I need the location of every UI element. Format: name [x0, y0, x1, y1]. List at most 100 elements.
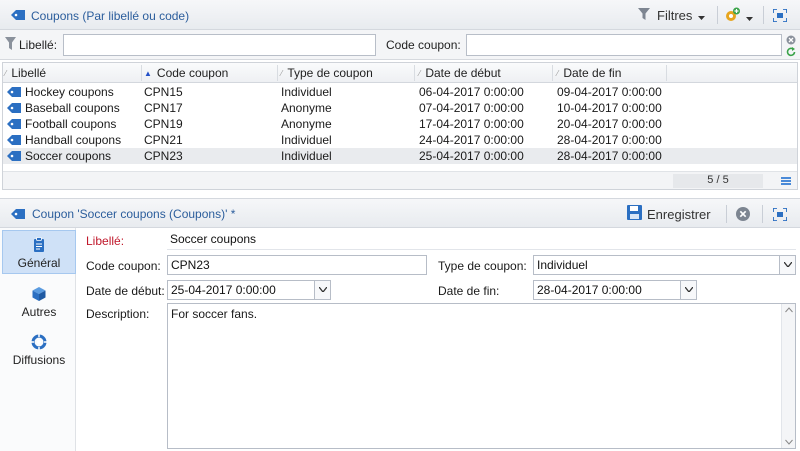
nav-general[interactable]: Général [2, 230, 76, 274]
gear-add-icon [724, 7, 740, 26]
sort-ascending-icon: ▲ [144, 69, 152, 78]
cell-debut: 07-04-2017 0:00:00 [419, 101, 524, 115]
cell-type: Individuel [281, 149, 332, 163]
nav-autres[interactable]: Autres [2, 280, 76, 324]
cell-code: CPN15 [144, 85, 183, 99]
sort-icon: ⁄ [5, 69, 7, 78]
list-title: Coupons (Par libellé ou code) [31, 9, 190, 23]
type-dropdown-button[interactable] [779, 256, 795, 274]
toolbar-separator [726, 205, 727, 223]
column-divider[interactable] [552, 65, 553, 81]
chevron-down-icon [746, 10, 753, 24]
type-select[interactable]: Individuel [533, 255, 796, 275]
column-divider[interactable] [414, 65, 415, 81]
cell-fin: 28-04-2017 0:00:00 [557, 149, 662, 163]
column-divider[interactable] [666, 65, 667, 81]
type-select-value: Individuel [537, 258, 588, 272]
column-header-type[interactable]: ⁄ Type de coupon [281, 66, 373, 80]
description-textarea[interactable]: For soccer fans. [167, 303, 796, 449]
libelle-field[interactable]: Soccer coupons [167, 230, 796, 250]
menu-icon[interactable] [781, 177, 791, 186]
code-filter-label: Code coupon: [386, 38, 461, 52]
code-filter-input[interactable] [466, 34, 782, 56]
description-label: Description: [86, 307, 150, 321]
cell-code: CPN21 [144, 133, 183, 147]
coupons-grid: ⁄ Libellé ▲ Code coupon ⁄ Type de coupon ⁄ D… [2, 62, 798, 190]
libelle-label: Libellé: [86, 234, 125, 248]
close-circle-icon [736, 207, 750, 224]
coupon-tag-icon [6, 118, 22, 133]
libelle-filter-input[interactable] [63, 34, 376, 56]
maximize-button[interactable] [772, 8, 788, 25]
nav-autres-label: Autres [21, 305, 57, 319]
cell-type: Individuel [281, 133, 332, 147]
libelle-filter-label: Libellé: [19, 38, 58, 52]
cell-libelle: Handball coupons [25, 133, 122, 147]
fullscreen-icon [772, 8, 788, 25]
coupon-tag-icon [6, 102, 22, 117]
fullscreen-icon [772, 207, 788, 224]
debut-label: Date de début: [86, 284, 165, 298]
filters-button[interactable]: Filtres [638, 8, 706, 23]
cell-debut: 17-04-2017 0:00:00 [419, 117, 524, 131]
column-divider[interactable] [277, 65, 278, 81]
detail-header-bar: Coupon 'Soccer coupons (Coupons)' * Enre… [0, 198, 800, 228]
cell-libelle: Baseball coupons [25, 101, 120, 115]
debut-date-field[interactable]: 25-04-2017 0:00:00 [167, 280, 331, 300]
cell-fin: 09-04-2017 0:00:00 [557, 85, 662, 99]
coupon-tag-icon [6, 134, 22, 149]
cell-libelle: Hockey coupons [25, 85, 114, 99]
table-row[interactable]: Football coupons CPN19 Anonyme 17-04-2017 0… [3, 116, 797, 132]
maximize-button[interactable] [772, 207, 788, 224]
list-header-bar: Coupons (Par libellé ou code) Filtres [0, 0, 800, 30]
cell-code: CPN19 [144, 117, 183, 131]
cell-code: CPN17 [144, 101, 183, 115]
grid-header: ⁄ Libellé ▲ Code coupon ⁄ Type de coupon ⁄ D… [3, 63, 797, 83]
toolbar-separator [762, 205, 763, 223]
cell-debut: 06-04-2017 0:00:00 [419, 85, 524, 99]
nav-general-label: Général [17, 256, 61, 270]
nav-diffusions-label: Diffusions [12, 353, 66, 367]
column-header-debut[interactable]: ⁄ Date de début [419, 66, 501, 80]
coupon-tag-icon [10, 9, 25, 20]
column-divider[interactable] [141, 65, 142, 81]
cancel-button[interactable] [736, 207, 750, 224]
fin-date-field[interactable]: 28-04-2017 0:00:00 [533, 280, 697, 300]
cell-type: Anonyme [281, 117, 332, 131]
filter-row: Libellé: Code coupon: [0, 30, 800, 60]
settings-button[interactable] [724, 7, 753, 26]
cell-libelle: Football coupons [25, 117, 117, 131]
toolbar-separator [717, 6, 718, 24]
nav-diffusions[interactable]: Diffusions [2, 328, 76, 372]
filters-label: Filtres [657, 8, 693, 23]
chevron-down-icon [698, 9, 706, 23]
column-header-libelle[interactable]: ⁄ Libellé [5, 66, 46, 80]
funnel-icon [5, 37, 16, 53]
table-row[interactable]: Hockey coupons CPN15 Individuel 06-04-2017 … [3, 84, 797, 100]
floppy-disk-icon [627, 205, 642, 223]
clipboard-icon [31, 237, 47, 253]
cell-type: Anonyme [281, 101, 332, 115]
cell-code: CPN23 [144, 149, 183, 163]
code-field[interactable]: CPN23 [167, 255, 427, 275]
column-header-code[interactable]: ▲ Code coupon [144, 66, 228, 80]
table-row[interactable]: Baseball coupons CPN17 Anonyme 07-04-2017 0… [3, 100, 797, 116]
fin-date-dropdown[interactable] [680, 281, 696, 299]
detail-title: Coupon 'Soccer coupons (Coupons)' * [32, 207, 236, 221]
detail-nav: Général Autres Diffusions [0, 228, 76, 451]
column-header-fin[interactable]: ⁄ Date de fin [557, 66, 621, 80]
type-label: Type de coupon: [438, 259, 527, 273]
fin-label: Date de fin: [438, 284, 500, 298]
refresh-icon[interactable] [786, 46, 796, 60]
debut-date-value: 25-04-2017 0:00:00 [171, 283, 276, 297]
description-scrollbar[interactable] [781, 304, 795, 448]
record-count: 5 / 5 [673, 174, 763, 188]
grid-footer: 5 / 5 [3, 171, 797, 189]
table-row[interactable]: Soccer coupons CPN23 Individuel 25-04-2017 … [3, 148, 797, 164]
table-row[interactable]: Handball coupons CPN21 Individuel 24-04-201… [3, 132, 797, 148]
coupon-tag-icon [6, 150, 22, 165]
coupon-tag-icon [6, 86, 22, 101]
cell-type: Individuel [281, 85, 332, 99]
save-button[interactable]: Enregistrer [627, 205, 711, 223]
debut-date-dropdown[interactable] [314, 281, 330, 299]
